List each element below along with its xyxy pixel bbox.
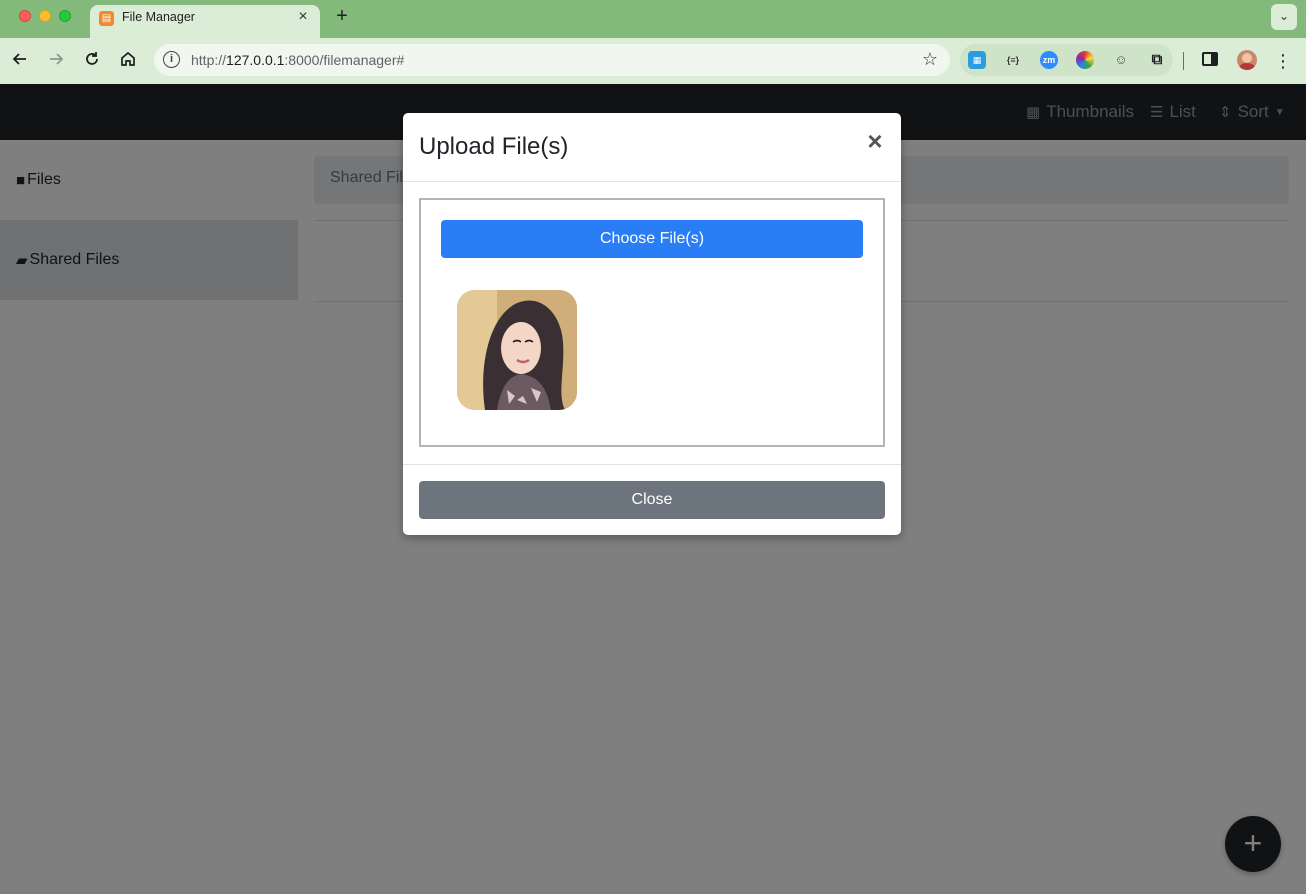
bookmark-star-icon[interactable]: ☆ [922,49,938,70]
modal-title: Upload File(s) [419,133,569,160]
tab-title: File Manager [122,10,195,24]
ext-window-icon[interactable]: ▦ [968,51,986,69]
close-button[interactable]: Close [419,481,885,519]
new-tab-button[interactable]: + [332,5,352,27]
ext-face-icon[interactable]: ☺ [1112,51,1130,69]
ext-zoom-icon[interactable]: zm [1040,51,1058,69]
reload-icon[interactable] [81,50,103,72]
browser-tab-strip: ▤ File Manager × + ⌄ [0,0,1306,38]
modal-close-icon[interactable]: × [863,127,887,155]
forward-icon[interactable] [45,50,67,72]
browser-toolbar: i http://127.0.0.1:8000/filemanager# ☆ ▦… [0,38,1306,84]
window-zoom-button[interactable] [59,10,71,22]
window-close-button[interactable] [19,10,31,22]
profile-avatar[interactable] [1237,50,1257,70]
side-panel-icon[interactable] [1202,52,1218,66]
browser-tab[interactable]: ▤ File Manager × [90,5,320,38]
modal-footer: Close [403,464,901,535]
back-icon[interactable] [9,50,31,72]
home-icon[interactable] [117,50,139,72]
address-bar[interactable]: i http://127.0.0.1:8000/filemanager# ☆ [154,44,950,76]
extensions-bar: ▦ {≡} zm ☺ ⧉ [960,44,1173,76]
tab-close-icon[interactable]: × [294,8,312,26]
url-text[interactable]: http://127.0.0.1:8000/filemanager# [191,52,404,68]
upload-modal: Upload File(s) × Choose File(s) Close [403,113,901,535]
tab-favicon-icon: ▤ [99,11,114,26]
toolbar-divider [1183,52,1184,70]
upload-dropzone[interactable]: Choose File(s) [419,198,885,447]
choose-files-button[interactable]: Choose File(s) [441,220,863,258]
ext-color-icon[interactable] [1076,51,1094,69]
tab-search-chevron-icon[interactable]: ⌄ [1271,4,1297,30]
uploaded-image-thumbnail[interactable] [457,290,577,410]
site-info-icon[interactable]: i [163,51,180,68]
ext-json-icon[interactable]: {≡} [1004,51,1022,69]
extensions-icon[interactable]: ⧉ [1148,51,1166,69]
window-minimize-button[interactable] [39,10,51,22]
more-menu-icon[interactable]: ⋮ [1274,50,1292,72]
modal-header: Upload File(s) × [403,113,901,182]
